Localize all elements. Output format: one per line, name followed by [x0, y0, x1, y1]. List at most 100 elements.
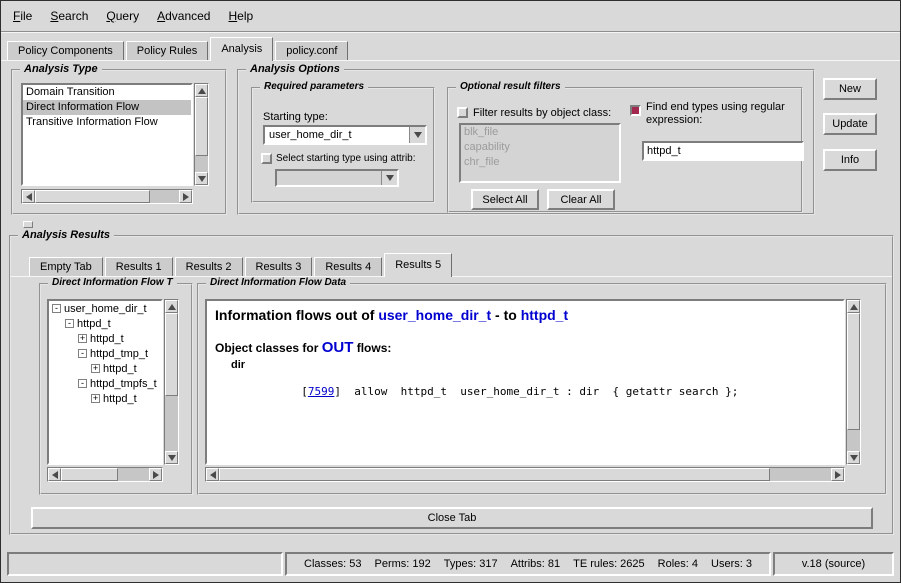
tree-item[interactable]: + httpd_t — [49, 331, 161, 346]
optional-filters-title: Optional result filters — [456, 81, 565, 92]
flow-data-textarea[interactable]: Information flows out of user_home_dir_t… — [205, 299, 845, 465]
rule-number-link[interactable]: 7599 — [308, 385, 335, 398]
data-vscrollbar[interactable] — [846, 299, 861, 465]
tab-results-3[interactable]: Results 3 — [245, 257, 313, 277]
info-button[interactable]: Info — [823, 149, 877, 171]
select-all-button[interactable]: Select All — [471, 189, 539, 210]
scroll-right-icon[interactable] — [831, 468, 844, 481]
attrib-checkbox[interactable] — [261, 153, 272, 164]
analysis-type-vscrollbar[interactable] — [194, 83, 209, 186]
list-item[interactable]: capability — [461, 140, 619, 155]
required-parameters-group: Required parameters Starting type: user_… — [251, 87, 435, 203]
expand-toggle-icon[interactable]: + — [91, 364, 100, 373]
tab-results-5[interactable]: Results 5 — [384, 253, 452, 277]
analysis-results-title: Analysis Results — [18, 229, 114, 241]
list-item[interactable]: Domain Transition — [23, 85, 191, 100]
scroll-up-icon[interactable] — [195, 84, 208, 97]
results-tab-bar: Empty Tab Results 1 Results 2 Results 3 … — [29, 253, 454, 277]
expand-toggle-icon[interactable]: + — [91, 394, 100, 403]
menu-separator — [1, 31, 900, 33]
attrib-combobox[interactable] — [275, 169, 399, 187]
tree-item-label: user_home_dir_t — [64, 303, 147, 315]
tab-results-4[interactable]: Results 4 — [314, 257, 382, 277]
update-button[interactable]: Update — [823, 113, 877, 135]
flow-direction: OUT — [322, 339, 354, 356]
required-parameters-title: Required parameters — [260, 81, 368, 92]
expand-toggle-icon[interactable]: - — [52, 304, 61, 313]
analysis-type-group: Analysis Type Domain Transition Direct I… — [11, 69, 227, 215]
scroll-right-icon[interactable] — [149, 468, 162, 481]
data-hscrollbar[interactable] — [205, 467, 845, 482]
tab-policy-components[interactable]: Policy Components — [7, 41, 124, 61]
tab-results-1[interactable]: Results 1 — [105, 257, 173, 277]
scroll-thumb[interactable] — [195, 97, 208, 156]
scroll-down-icon[interactable] — [195, 172, 208, 185]
scroll-up-icon[interactable] — [165, 300, 178, 313]
flow-tree-title: Direct Information Flow T — [48, 277, 177, 288]
status-version-panel: v.18 (source) — [773, 552, 894, 576]
flow-headline: Information flows out of user_home_dir_t… — [215, 307, 835, 323]
status-stats-panel: Classes: 53 Perms: 192 Types: 317 Attrib… — [285, 552, 771, 576]
scroll-thumb[interactable] — [35, 190, 150, 203]
tree-item[interactable]: - user_home_dir_t — [49, 301, 161, 316]
scroll-down-icon[interactable] — [847, 451, 860, 464]
tab-empty[interactable]: Empty Tab — [29, 257, 103, 277]
scroll-right-icon[interactable] — [179, 190, 192, 203]
scroll-left-icon[interactable] — [22, 190, 35, 203]
scroll-left-icon[interactable] — [206, 468, 219, 481]
tree-item[interactable]: + httpd_t — [49, 361, 161, 376]
analysis-type-hscrollbar[interactable] — [21, 189, 193, 204]
stat-roles: Roles: 4 — [658, 558, 698, 570]
tree-item[interactable]: + httpd_t — [49, 391, 161, 406]
flow-tree[interactable]: - user_home_dir_t - httpd_t + httpd_t - … — [47, 299, 163, 465]
tree-hscrollbar[interactable] — [47, 467, 163, 482]
scroll-up-icon[interactable] — [847, 300, 860, 313]
menu-search[interactable]: Search — [50, 9, 88, 23]
list-item-selected[interactable]: Direct Information Flow — [23, 100, 191, 115]
object-class-listbox[interactable]: blk_file capability chr_file — [459, 123, 621, 183]
list-item[interactable]: blk_file — [461, 125, 619, 140]
object-class-filter-checkbox[interactable] — [457, 107, 468, 118]
sash-handle[interactable] — [23, 221, 33, 228]
tree-item[interactable]: - httpd_t — [49, 316, 161, 331]
rule-text: [7599] allow httpd_t user_home_dir_t : d… — [235, 372, 835, 411]
menu-help[interactable]: Help — [228, 9, 253, 23]
tree-item[interactable]: - httpd_tmpfs_t — [49, 376, 161, 391]
tab-analysis[interactable]: Analysis — [210, 37, 273, 61]
combobox-dropdown-icon[interactable] — [381, 171, 397, 185]
starting-type-combobox[interactable]: user_home_dir_t — [263, 125, 427, 145]
list-item[interactable]: chr_file — [461, 155, 619, 170]
menu-query[interactable]: Query — [106, 9, 139, 23]
tree-item-label: httpd_t — [77, 318, 111, 330]
stat-te-rules: TE rules: 2625 — [573, 558, 645, 570]
expand-toggle-icon[interactable]: - — [78, 379, 87, 388]
tree-vscrollbar[interactable] — [164, 299, 179, 465]
list-item[interactable]: Transitive Information Flow — [23, 115, 191, 130]
analysis-options-group: Analysis Options Required parameters Sta… — [237, 69, 815, 215]
scroll-thumb[interactable] — [165, 313, 178, 396]
regex-checkbox[interactable] — [630, 105, 641, 116]
expand-toggle-icon[interactable]: - — [78, 349, 87, 358]
scroll-down-icon[interactable] — [165, 451, 178, 464]
scroll-thumb[interactable] — [219, 468, 770, 481]
tab-policy-conf[interactable]: policy.conf — [275, 41, 348, 61]
combobox-dropdown-icon[interactable] — [409, 127, 425, 143]
tree-item[interactable]: - httpd_tmp_t — [49, 346, 161, 361]
menu-advanced[interactable]: Advanced — [157, 9, 210, 23]
analysis-type-listbox[interactable]: Domain Transition Direct Information Flo… — [21, 83, 193, 186]
clear-all-button[interactable]: Clear All — [547, 189, 615, 210]
scroll-thumb[interactable] — [61, 468, 118, 481]
scroll-left-icon[interactable] — [48, 468, 61, 481]
scroll-thumb[interactable] — [847, 313, 860, 430]
attrib-checkbox-label: Select starting type using attrib: — [276, 153, 416, 164]
menu-file[interactable]: File — [13, 9, 32, 23]
tab-policy-rules[interactable]: Policy Rules — [126, 41, 209, 61]
expand-toggle-icon[interactable]: - — [65, 319, 74, 328]
object-classes-line: Object classes for OUT flows: — [215, 339, 835, 356]
tab-results-2[interactable]: Results 2 — [175, 257, 243, 277]
expand-toggle-icon[interactable]: + — [78, 334, 87, 343]
close-tab-button[interactable]: Close Tab — [31, 507, 873, 529]
regex-input[interactable] — [642, 141, 804, 161]
new-button[interactable]: New — [823, 78, 877, 100]
flow-data-group: Direct Information Flow Data Information… — [197, 283, 887, 495]
